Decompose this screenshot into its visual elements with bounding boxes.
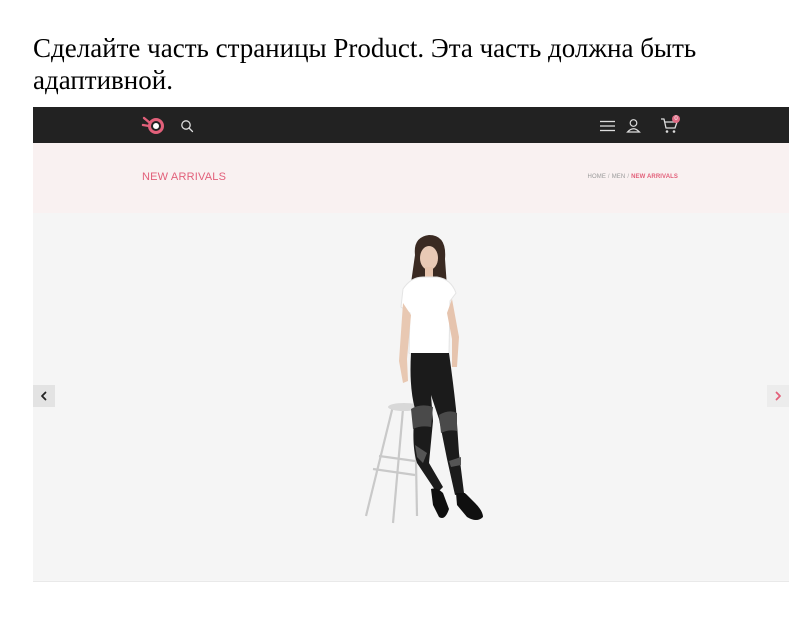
breadcrumb: HOME / MEN / NEW ARRIVALS (588, 174, 678, 180)
slider-prev-button[interactable] (33, 385, 55, 407)
slider-next-button[interactable] (767, 385, 789, 407)
chevron-left-icon (41, 391, 47, 401)
page-title: NEW ARRIVALS (142, 171, 227, 183)
cart-count-badge: 0 (672, 115, 680, 123)
breadcrumb-home[interactable]: HOME (588, 174, 606, 180)
breadcrumb-current: NEW ARRIVALS (631, 174, 678, 180)
model-on-stool-photo (364, 235, 483, 524)
breadcrumb-separator: / (627, 174, 630, 180)
product-image-slider (33, 213, 789, 580)
brand-logo-icon[interactable] (141, 114, 165, 136)
chevron-right-icon (775, 391, 781, 401)
stool-illustration (364, 405, 419, 524)
product-page-mockup: 0 NEW ARRIVALS HOME / MEN / NEW ARRIVALS (33, 107, 789, 582)
search-icon[interactable] (180, 119, 194, 133)
top-navigation-bar: 0 (33, 107, 789, 143)
breadcrumb-men[interactable]: MEN (612, 174, 626, 180)
user-icon[interactable] (626, 118, 641, 133)
task-description: Сделайте часть страницы Product. Эта час… (33, 33, 697, 95)
breadcrumb-separator: / (607, 174, 610, 180)
hamburger-menu-icon[interactable] (599, 119, 616, 133)
page-title-band: NEW ARRIVALS HOME / MEN / NEW ARRIVALS (33, 143, 789, 213)
